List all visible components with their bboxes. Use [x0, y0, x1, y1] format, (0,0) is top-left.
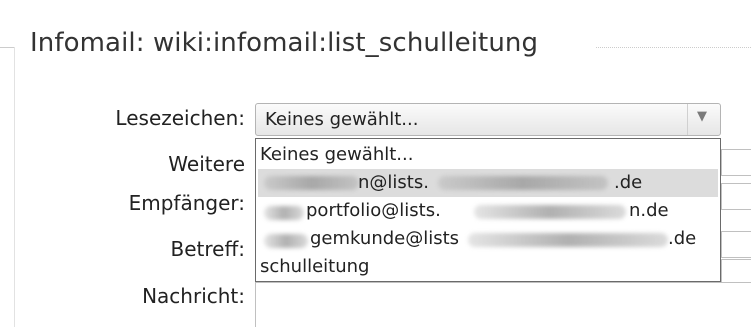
bookmark-select-value: Keines gewählt...	[265, 109, 419, 130]
redacted-text	[264, 176, 359, 190]
redacted-text	[474, 205, 626, 219]
redacted-text	[264, 206, 304, 220]
bookmark-select[interactable]: Keines gewählt... ▼	[255, 103, 721, 136]
dropdown-option-text-end: .de	[668, 228, 697, 249]
dropdown-option-text: portfolio@lists.	[306, 200, 441, 221]
dropdown-option-text: gemkunde@lists	[310, 228, 460, 249]
fieldset-legend: Infomail: wiki:infomail:list_schulleitun…	[30, 28, 539, 58]
message-textarea[interactable]	[255, 282, 751, 327]
dropdown-option[interactable]: gemkunde@lists .de	[258, 225, 718, 253]
dropdown-option[interactable]: schulleitung	[258, 253, 718, 281]
more-recipients-label-line1: Weitere	[168, 152, 245, 176]
dropdown-option-selected[interactable]: n@lists. .de	[258, 169, 718, 197]
chevron-down-icon: ▼	[697, 109, 707, 124]
subject-field[interactable]	[721, 231, 751, 258]
redacted-text	[438, 176, 608, 190]
fieldset-border-right-segment	[596, 47, 751, 48]
dropdown-option-text: Keines gewählt...	[260, 144, 414, 165]
dropdown-option[interactable]: portfolio@lists. n.de	[258, 197, 718, 225]
dropdown-option-text: n@lists.	[358, 172, 429, 193]
redacted-text	[264, 234, 308, 248]
dropdown-option-text-end: .de	[614, 172, 643, 193]
bookmark-dropdown-list: Keines gewählt... n@lists. .de portfolio…	[255, 138, 721, 282]
redacted-text	[468, 233, 668, 247]
bookmark-select-button[interactable]: ▼	[687, 104, 720, 135]
fieldset-border-left-segment	[0, 47, 14, 48]
dropdown-option-text-end: n.de	[629, 200, 669, 221]
message-label: Nachricht:	[142, 284, 245, 308]
bookmark-label: Lesezeichen:	[115, 106, 245, 130]
more-recipients-field[interactable]	[721, 149, 751, 176]
subject-label: Betreff:	[170, 237, 245, 261]
more-recipients-field-2[interactable]	[721, 183, 751, 210]
dropdown-option[interactable]: Keines gewählt...	[258, 141, 718, 169]
dropdown-option-text: schulleitung	[260, 256, 370, 277]
more-recipients-label-line2: Empfänger:	[128, 191, 245, 215]
